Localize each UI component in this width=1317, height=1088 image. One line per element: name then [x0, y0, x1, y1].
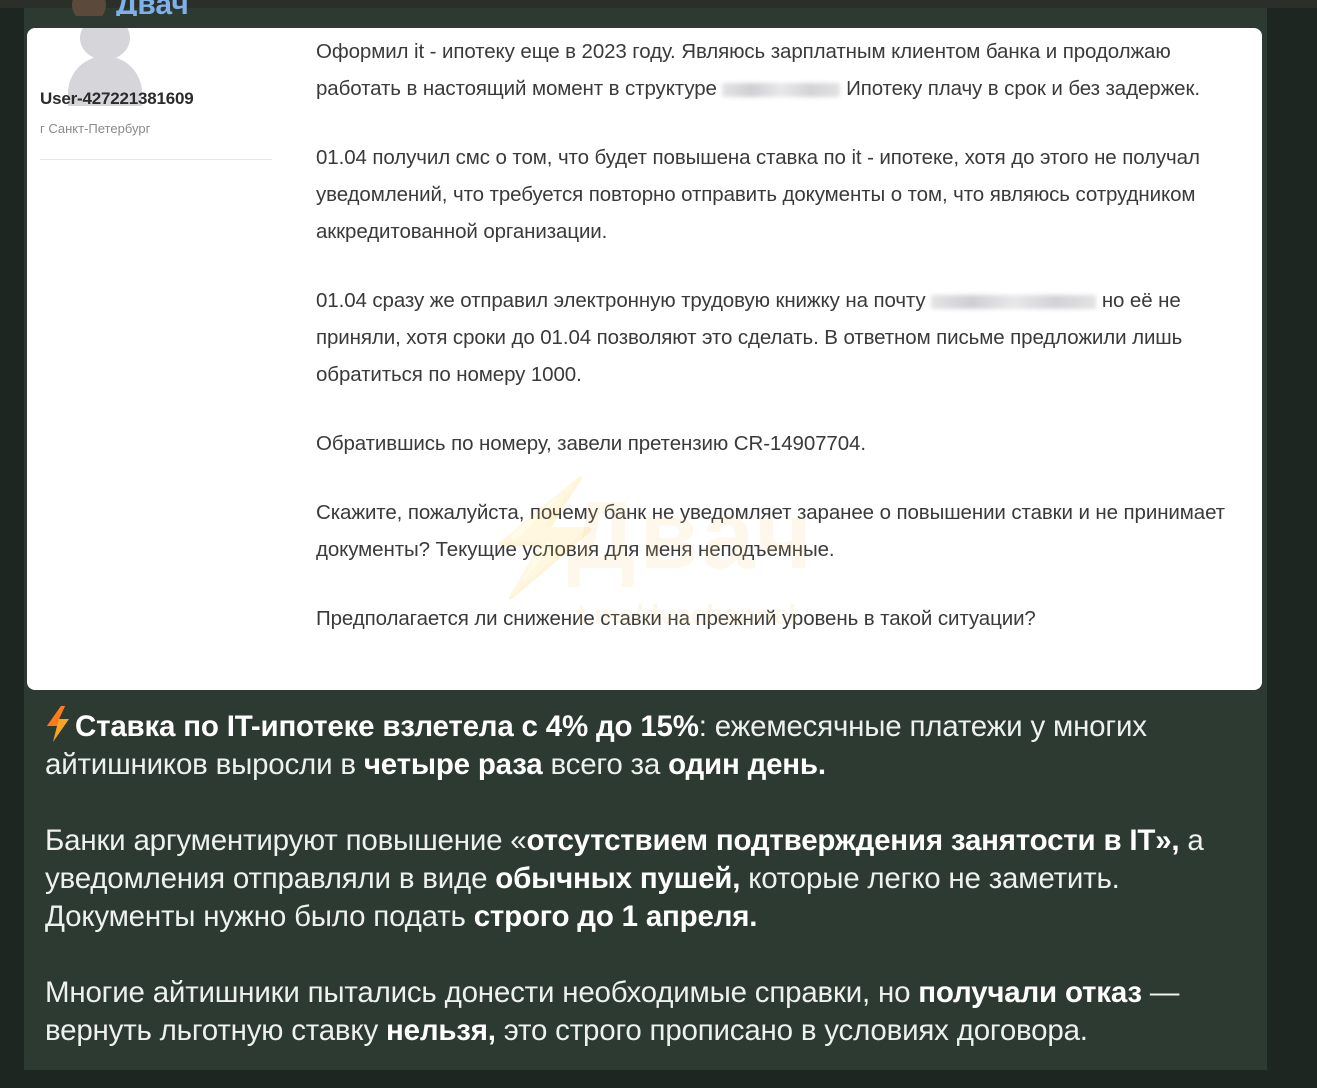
review-paragraph: Скажите, пожалуйста, почему банк не увед…	[316, 494, 1246, 568]
channel-name[interactable]: Двач	[116, 0, 189, 16]
redacted-org-name	[722, 82, 841, 97]
review-user-column: User-427221381609 г Санкт-Петербург	[27, 28, 299, 228]
channel-avatar[interactable]	[72, 0, 106, 16]
caption-text: Банки аргументируют повышение «	[45, 824, 527, 857]
review-paragraph-text: 01.04 сразу же отправил электронную труд…	[316, 289, 926, 312]
review-paragraph-text: 01.04 получил смс о том, что будет повыш…	[316, 146, 1200, 243]
lightning-icon	[47, 706, 69, 742]
review-user-city: г Санкт-Петербург	[40, 121, 151, 136]
caption-bold: нельзя,	[386, 1014, 496, 1047]
caption-paragraph-2: Банки аргументируют повышение «отсутстви…	[45, 822, 1260, 936]
review-paragraph-text: Скажите, пожалуйста, почему банк не увед…	[316, 501, 1225, 561]
review-paragraph-text: Предполагается ли снижение ставки на пре…	[316, 607, 1036, 630]
caption-bold: отсутствием подтверждения занятости в IT…	[526, 824, 1180, 857]
caption-bold: Ставка по IT-ипотеке взлетела с 4% до 15…	[75, 710, 699, 743]
message-caption: Ставка по IT-ипотеке взлетела с 4% до 15…	[45, 706, 1260, 1088]
window-top-strip	[0, 0, 1317, 8]
review-paragraph: Оформил it - ипотеку еще в 2023 году. Яв…	[316, 33, 1246, 107]
caption-bold: один день.	[668, 748, 826, 781]
caption-bold: строго до 1 апреля.	[473, 900, 758, 933]
caption-text: Многие айтишники пытались донести необхо…	[45, 976, 919, 1009]
review-paragraph: 01.04 получил смс о том, что будет повыш…	[316, 139, 1246, 250]
caption-paragraph-1: Ставка по IT-ипотеке взлетела с 4% до 15…	[45, 706, 1260, 784]
review-paragraph: Предполагается ли снижение ставки на пре…	[316, 600, 1246, 637]
message-photo[interactable]: User-427221381609 г Санкт-Петербург Офор…	[27, 28, 1262, 690]
review-paragraph: Обратившись по номеру, завели претензию …	[316, 425, 1246, 462]
review-username: User-427221381609	[40, 89, 194, 108]
caption-paragraph-3: Многие айтишники пытались донести необхо…	[45, 974, 1260, 1050]
review-paragraph-text: Обратившись по номеру, завели претензию …	[316, 432, 866, 455]
redacted-email	[931, 294, 1097, 309]
review-text: Оформил it - ипотеку еще в 2023 году. Яв…	[316, 33, 1246, 669]
review-paragraph-text: Ипотеку плачу в срок и без задержек.	[846, 77, 1200, 100]
caption-text: это строго прописано в условиях договора…	[495, 1014, 1088, 1047]
caption-bold: четыре раза	[363, 748, 543, 781]
user-divider	[40, 159, 272, 160]
caption-text: всего за	[542, 748, 669, 781]
review-paragraph: 01.04 сразу же отправил электронную труд…	[316, 282, 1246, 393]
caption-bold: получали отказ	[918, 976, 1142, 1009]
channel-header[interactable]: Двач	[72, 0, 189, 16]
caption-bold: обычных пушей,	[495, 862, 741, 895]
